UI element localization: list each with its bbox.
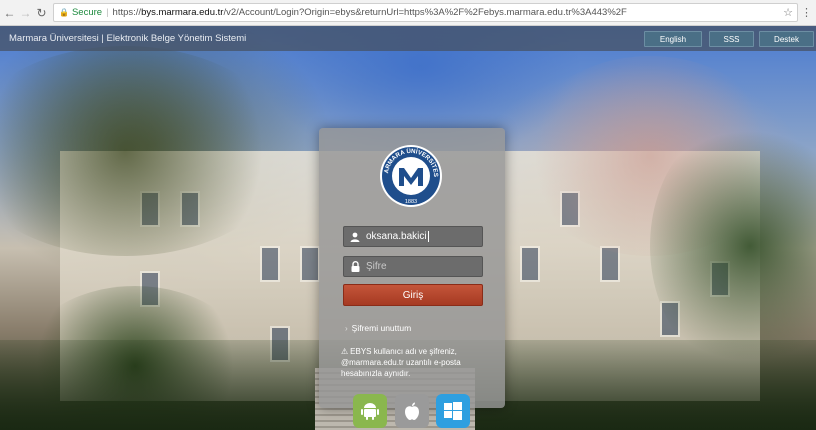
english-button[interactable]: English <box>644 31 702 47</box>
browser-menu-icon[interactable]: ⋮ <box>801 6 812 20</box>
address-bar[interactable]: 🔒 Secure | https://bys.marmara.edu.tr/v2… <box>53 3 798 22</box>
sss-button[interactable]: SSS <box>709 31 754 47</box>
forward-icon[interactable]: → <box>19 5 32 21</box>
secure-label: Secure <box>71 7 103 18</box>
username-input[interactable]: oksana.bakici <box>366 230 482 242</box>
username-field[interactable]: oksana.bakici <box>343 226 483 247</box>
lock-icon <box>344 261 366 272</box>
university-logo: MARMARA ÜNİVERSİTESİ 1883 <box>379 144 442 207</box>
password-field[interactable]: Şifre <box>343 256 483 277</box>
top-bar: Marmara Üniversitesi | Elektronik Belge … <box>0 26 816 51</box>
windows-icon[interactable] <box>436 394 470 428</box>
lock-icon: 🔒 <box>59 8 69 17</box>
login-button[interactable]: Giriş <box>343 284 483 306</box>
password-input[interactable]: Şifre <box>366 261 482 272</box>
forgot-password-link[interactable]: › Şifremi unuttum <box>345 323 411 333</box>
logo-year: 1883 <box>405 199 417 205</box>
destek-button[interactable]: Destek <box>759 31 814 47</box>
login-panel: MARMARA ÜNİVERSİTESİ 1883 oksana.bakici … <box>319 128 505 408</box>
url-separator: | <box>106 7 109 18</box>
chevron-right-icon: › <box>345 323 348 333</box>
warning-icon: ⚠ <box>341 347 349 356</box>
url-text: https://bys.marmara.edu.tr/v2/Account/Lo… <box>112 7 627 18</box>
system-title: Marmara Üniversitesi | Elektronik Belge … <box>9 33 247 44</box>
bookmark-star-icon[interactable]: ☆ <box>783 6 793 19</box>
android-icon[interactable] <box>353 394 387 428</box>
apple-icon[interactable] <box>395 394 429 428</box>
info-text: EBYS kullanıcı adı ve şifreniz, @marmara… <box>341 347 461 378</box>
user-icon <box>344 232 366 242</box>
back-icon[interactable]: ← <box>3 5 16 21</box>
browser-toolbar: ← → ↻ 🔒 Secure | https://bys.marmara.edu… <box>0 0 816 26</box>
info-message: ⚠ EBYS kullanıcı adı ve şifreniz, @marmar… <box>341 346 491 379</box>
login-page: Marmara Üniversitesi | Elektronik Belge … <box>0 26 816 430</box>
reload-icon[interactable]: ↻ <box>35 5 48 21</box>
forgot-password-label: Şifremi unuttum <box>351 323 412 333</box>
